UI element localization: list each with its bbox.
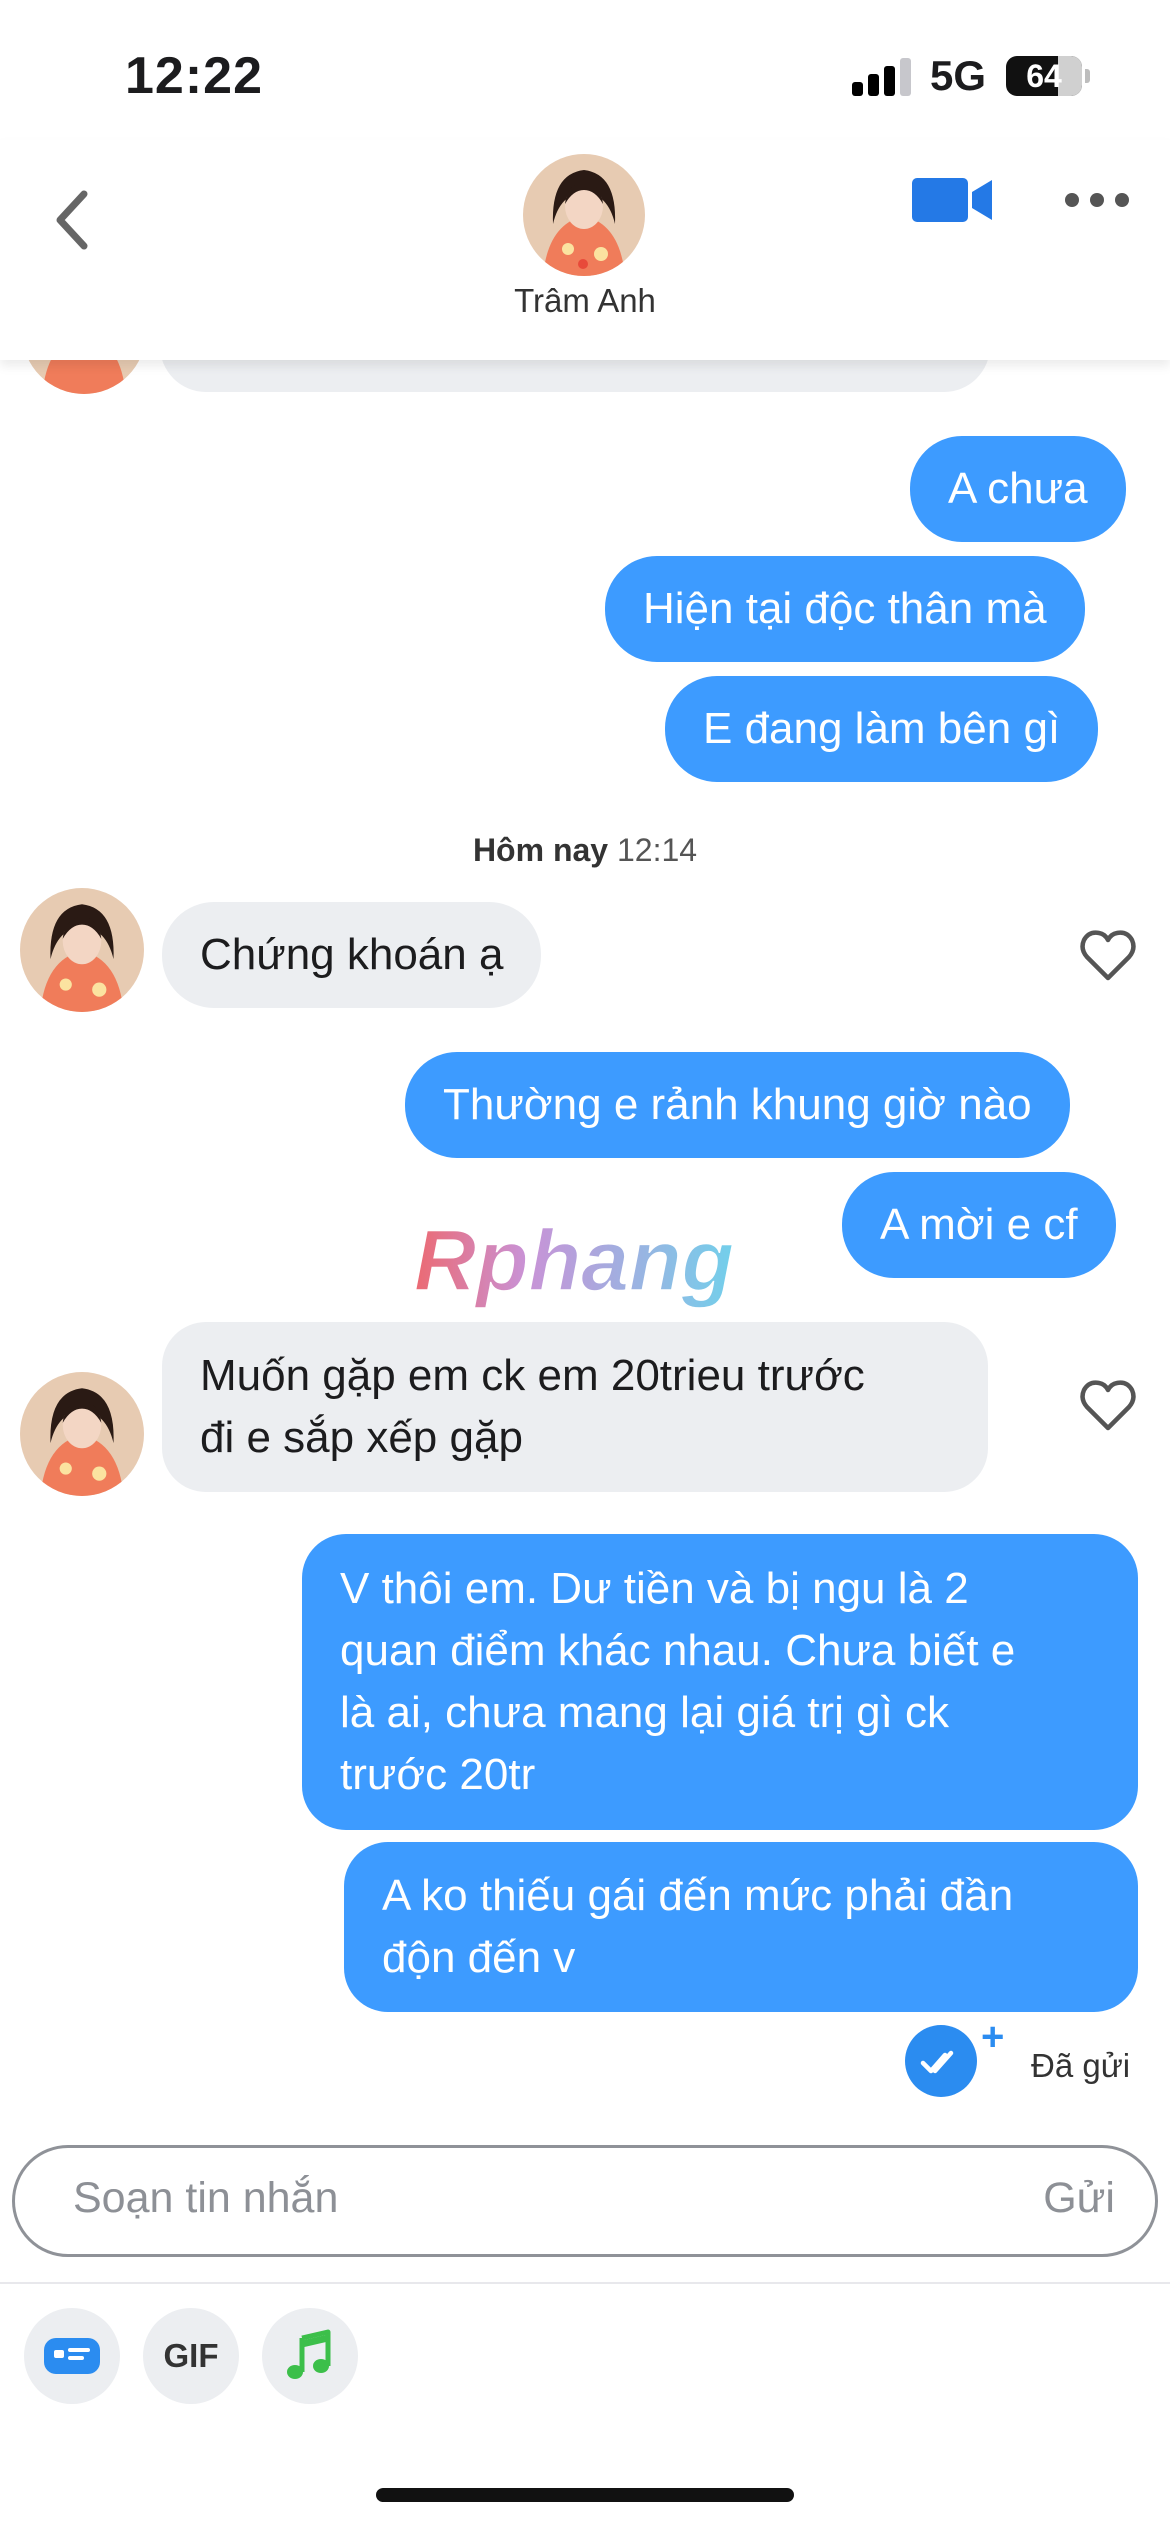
date-time: 12:14 [616, 832, 698, 868]
message-bubble-sent[interactable]: A ko thiếu gái đến mức phải đần độn đến … [344, 1842, 1138, 2012]
contact-avatar-small[interactable] [20, 1372, 144, 1496]
network-type: 5G [930, 52, 987, 99]
message-composer[interactable]: Soạn tin nhắn Gửi [12, 2145, 1158, 2257]
message-line: độn đến v [382, 1933, 576, 1982]
heart-icon [1080, 1380, 1136, 1431]
watermark-logo: Rphang [408, 1212, 768, 1312]
video-call-button[interactable] [910, 170, 996, 230]
more-dots-icon [1065, 193, 1129, 207]
message-line: Muốn gặp em ck em 20trieu trước [200, 1351, 865, 1400]
back-button[interactable] [44, 180, 104, 260]
message-line: quan điểm khác nhau. Chưa biết e [340, 1626, 1016, 1675]
signal-icon [852, 56, 912, 96]
gif-label: GIF [163, 2337, 219, 2374]
message-bubble-received[interactable]: Muốn gặp em ck em 20trieu trước đi e sắp… [162, 1322, 988, 1492]
message-line: là ai, chưa mang lại giá trị gì ck [340, 1688, 950, 1737]
message-text: A mời e cf [880, 1200, 1078, 1249]
chevron-left-icon [56, 190, 88, 250]
divider [0, 2282, 1170, 2284]
gif-button[interactable]: GIF [143, 2308, 239, 2404]
video-camera-icon [912, 178, 992, 222]
message-line: V thôi em. Dư tiền và bị ngu là 2 [340, 1564, 969, 1613]
battery-cap [1085, 69, 1090, 83]
more-options-button[interactable] [1062, 180, 1132, 220]
message-text: A chưa [948, 464, 1088, 513]
chat-header: Trâm Anh [0, 140, 1170, 360]
music-note-icon [287, 2329, 331, 2379]
message-bubble-received[interactable]: Chứng khoán ạ [162, 902, 542, 1008]
like-heart-button[interactable] [1078, 926, 1138, 986]
delivery-status: + Đã gửi [905, 2015, 1170, 2105]
home-indicator[interactable] [376, 2488, 794, 2502]
send-button[interactable]: Gửi [1043, 2174, 1115, 2223]
double-check-icon [905, 2025, 977, 2097]
message-line: đi e sắp xếp gặp [200, 1413, 523, 1462]
status-time: 12:22 [125, 47, 263, 105]
message-bubble-sent[interactable]: E đang làm bên gì [665, 676, 1099, 782]
message-text: Thường e rảnh khung giờ nào [443, 1080, 1032, 1129]
message-bubble-sent[interactable]: A mời e cf [842, 1172, 1116, 1278]
sent-status-label: Đã gửi [1031, 2047, 1131, 2084]
sticker-button[interactable] [24, 2308, 120, 2404]
message-bubble-sent[interactable]: A chưa [910, 436, 1126, 542]
music-button[interactable] [262, 2308, 358, 2404]
contact-avatar-small[interactable] [20, 888, 144, 1012]
status-bar: 12:22 5G 64 [0, 0, 1170, 140]
date-day: Hôm nay [472, 832, 609, 868]
message-bubble-sent[interactable]: Thường e rảnh khung giờ nào [405, 1052, 1070, 1158]
like-heart-button[interactable] [1078, 1376, 1138, 1436]
message-text: Chứng khoán ạ [200, 930, 504, 979]
battery-icon: 64 [1006, 56, 1082, 96]
message-text: E đang làm bên gì [703, 704, 1061, 753]
message-bubble-sent[interactable]: Hiện tại độc thân mà [605, 556, 1085, 662]
message-bubble-sent[interactable]: V thôi em. Dư tiền và bị ngu là 2 quan đ… [302, 1534, 1138, 1830]
contact-avatar[interactable] [523, 154, 645, 276]
message-line: A ko thiếu gái đến mức phải đần [382, 1871, 1014, 1920]
message-line: trước 20tr [340, 1750, 536, 1799]
plus-icon: + [981, 2015, 1005, 2059]
svg-text:Rphang: Rphang [414, 1213, 734, 1309]
heart-icon [1080, 930, 1136, 981]
message-input[interactable]: Soạn tin nhắn [73, 2174, 338, 2223]
id-card-icon [44, 2338, 100, 2374]
message-text: Hiện tại độc thân mà [643, 584, 1047, 633]
date-separator: Hôm nay 12:14 [0, 832, 1170, 869]
battery-level: 64 [1026, 57, 1062, 94]
contact-name[interactable]: Trâm Anh [0, 282, 1170, 320]
